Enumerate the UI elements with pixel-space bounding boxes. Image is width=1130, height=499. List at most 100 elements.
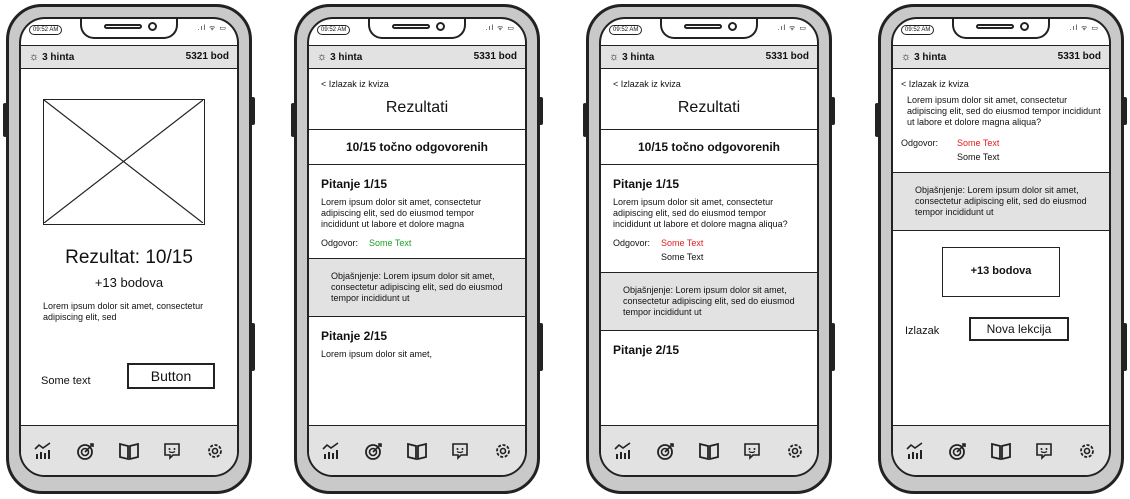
target-icon[interactable] xyxy=(655,440,677,462)
question-text: Lorem ipsum dolor sit amet, consectetur … xyxy=(907,95,1101,127)
points-counter: 5331 bod xyxy=(765,51,809,62)
chat-icon[interactable] xyxy=(1033,440,1055,462)
status-bar: 09:52 AM .ıl ᯤ ▭ xyxy=(309,19,525,45)
status-bar: 09:52 AM .ıl ᯤ ▭ xyxy=(893,19,1109,45)
notch xyxy=(368,19,466,39)
stats-icon[interactable] xyxy=(612,440,634,462)
settings-icon[interactable] xyxy=(1076,440,1098,462)
target-icon[interactable] xyxy=(75,440,97,462)
wrong-answer: Some Text xyxy=(661,238,704,248)
phone-result: 09:52 AM .ıl ᯤ ▭ ☼ 3 hinta 5321 bod Rezul… xyxy=(3,4,255,494)
correct-answer: Some Text xyxy=(369,238,412,248)
book-icon[interactable] xyxy=(118,440,140,462)
question-card: Pitanje 2/15 xyxy=(601,331,817,367)
action-row: Izlazak Nova lekcija xyxy=(893,313,1109,353)
question-card: Pitanje 1/15 Lorem ipsum dolor sit amet,… xyxy=(601,165,817,273)
answer-row: Odgovor: Some Text xyxy=(321,238,513,248)
book-icon[interactable] xyxy=(698,440,720,462)
screen: 09:52 AM .ıl ᯤ ▭ ☼ 3 hinta 5321 bod Rezul… xyxy=(19,17,239,477)
answer-label: Odgovor: xyxy=(613,238,651,248)
new-lesson-button[interactable]: Nova lekcija xyxy=(969,317,1069,341)
answer-row: Some Text xyxy=(893,152,1109,162)
points-counter: 5331 bod xyxy=(1057,51,1101,62)
page-title: Rezultati xyxy=(385,99,449,116)
lightbulb-icon: ☼ xyxy=(901,51,912,63)
points-gained-box: +13 bodova xyxy=(942,247,1060,297)
question-title: Pitanje 2/15 xyxy=(321,329,388,343)
status-bar: 09:52 AM .ıl ᯤ ▭ xyxy=(601,19,817,45)
bottom-nav xyxy=(21,425,237,475)
screen: 09:52 AM .ıl ᯤ ▭ ☼ 3 hinta 5331 bod < Izl… xyxy=(891,17,1111,477)
points-counter: 5321 bod xyxy=(185,51,229,62)
primary-button[interactable]: Button xyxy=(127,363,215,389)
page-title: Rezultati xyxy=(677,99,741,116)
answer-label: Odgovor: xyxy=(321,238,359,248)
stats-icon[interactable] xyxy=(904,440,926,462)
question-text: Lorem ipsum dolor sit amet, consectetur … xyxy=(321,197,482,229)
phone-results-list: 09:52 AM .ıl ᯤ ▭ ☼ 3 hinta 5331 bod < Izl… xyxy=(291,4,543,494)
phone-results-wrong: 09:52 AM .ıl ᯤ ▭ ☼ 3 hinta 5331 bod < Izl… xyxy=(583,4,835,494)
notch xyxy=(80,19,178,39)
exit-link[interactable]: Izlazak xyxy=(905,325,939,337)
bottom-nav xyxy=(893,425,1109,475)
chat-icon[interactable] xyxy=(161,440,183,462)
bottom-nav xyxy=(309,425,525,475)
points-counter: 5331 bod xyxy=(473,51,517,62)
top-bar: ☼ 3 hinta 5321 bod xyxy=(21,45,237,69)
notch xyxy=(952,19,1050,39)
wrong-answer: Some Text xyxy=(957,138,1000,148)
hints-counter[interactable]: ☼ 3 hinta xyxy=(901,51,946,63)
screen: 09:52 AM .ıl ᯤ ▭ ☼ 3 hinta 5331 bod < Izl… xyxy=(307,17,527,477)
stats-icon[interactable] xyxy=(32,440,54,462)
bottom-nav xyxy=(601,425,817,475)
chat-icon[interactable] xyxy=(741,440,763,462)
status-time: 09:52 AM xyxy=(317,25,351,35)
explanation-box: Objašnjenje: Lorem ipsum dolor sit amet,… xyxy=(601,273,817,331)
summary-content: < Izlazak iz kviza Lorem ipsum dolor sit… xyxy=(893,69,1109,425)
results-content: < Izlazak iz kviza Rezultati 10/15 točno… xyxy=(309,69,525,425)
settings-icon[interactable] xyxy=(204,440,226,462)
status-bar: 09:52 AM .ıl ᯤ ▭ xyxy=(21,19,237,45)
back-link[interactable]: < Izlazak iz kviza xyxy=(893,79,1109,89)
status-time: 09:52 AM xyxy=(609,25,643,35)
result-title: Rezultat: 10/15 xyxy=(65,247,193,268)
question-text: Lorem ipsum dolor sit amet, xyxy=(321,349,433,359)
stats-icon[interactable] xyxy=(320,440,342,462)
question-card: Pitanje 1/15 Lorem ipsum dolor sit amet,… xyxy=(309,165,525,259)
answer-row: Odgovor: Some Text xyxy=(893,138,1109,148)
answer-row: Some Text xyxy=(613,252,805,262)
explanation-box: Objašnjenje: Lorem ipsum dolor sit amet,… xyxy=(309,259,525,317)
hints-counter[interactable]: ☼ 3 hinta xyxy=(29,51,74,63)
correct-answer: Some Text xyxy=(957,152,1000,162)
hints-counter[interactable]: ☼ 3 hinta xyxy=(317,51,362,63)
correct-answer: Some Text xyxy=(661,252,704,262)
signal-wifi-battery-icon: .ıl ᯤ ▭ xyxy=(777,25,807,32)
top-bar: ☼ 3 hinta 5331 bod xyxy=(309,45,525,69)
question-text: Lorem ipsum dolor sit amet, consectetur … xyxy=(613,197,788,229)
lightbulb-icon: ☼ xyxy=(609,51,620,63)
some-text-label: Some text xyxy=(41,375,91,387)
points-gained: +13 bodova xyxy=(94,275,164,290)
hints-counter[interactable]: ☼ 3 hinta xyxy=(609,51,654,63)
result-content: Rezultat: 10/15 +13 bodova Lorem ipsum d… xyxy=(21,69,237,425)
chat-icon[interactable] xyxy=(449,440,471,462)
back-link[interactable]: < Izlazak iz kviza xyxy=(309,79,525,89)
question-title: Pitanje 1/15 xyxy=(613,177,680,191)
top-bar: ☼ 3 hinta 5331 bod xyxy=(601,45,817,69)
settings-icon[interactable] xyxy=(784,440,806,462)
notch xyxy=(660,19,758,39)
book-icon[interactable] xyxy=(406,440,428,462)
target-icon[interactable] xyxy=(363,440,385,462)
phone-summary: 09:52 AM .ıl ᯤ ▭ ☼ 3 hinta 5331 bod < Izl… xyxy=(875,4,1127,494)
settings-icon[interactable] xyxy=(492,440,514,462)
question-card: Pitanje 2/15 Lorem ipsum dolor sit amet, xyxy=(309,317,525,370)
signal-wifi-battery-icon: .ıl ᯤ ▭ xyxy=(1069,25,1099,32)
score-summary: 10/15 točno odgovorenih xyxy=(309,129,525,165)
book-icon[interactable] xyxy=(990,440,1012,462)
back-link[interactable]: < Izlazak iz kviza xyxy=(601,79,817,89)
signal-wifi-battery-icon: .ıl ᯤ ▭ xyxy=(197,25,227,32)
lightbulb-icon: ☼ xyxy=(29,51,40,63)
target-icon[interactable] xyxy=(947,440,969,462)
lightbulb-icon: ☼ xyxy=(317,51,328,63)
signal-wifi-battery-icon: .ıl ᯤ ▭ xyxy=(485,25,515,32)
